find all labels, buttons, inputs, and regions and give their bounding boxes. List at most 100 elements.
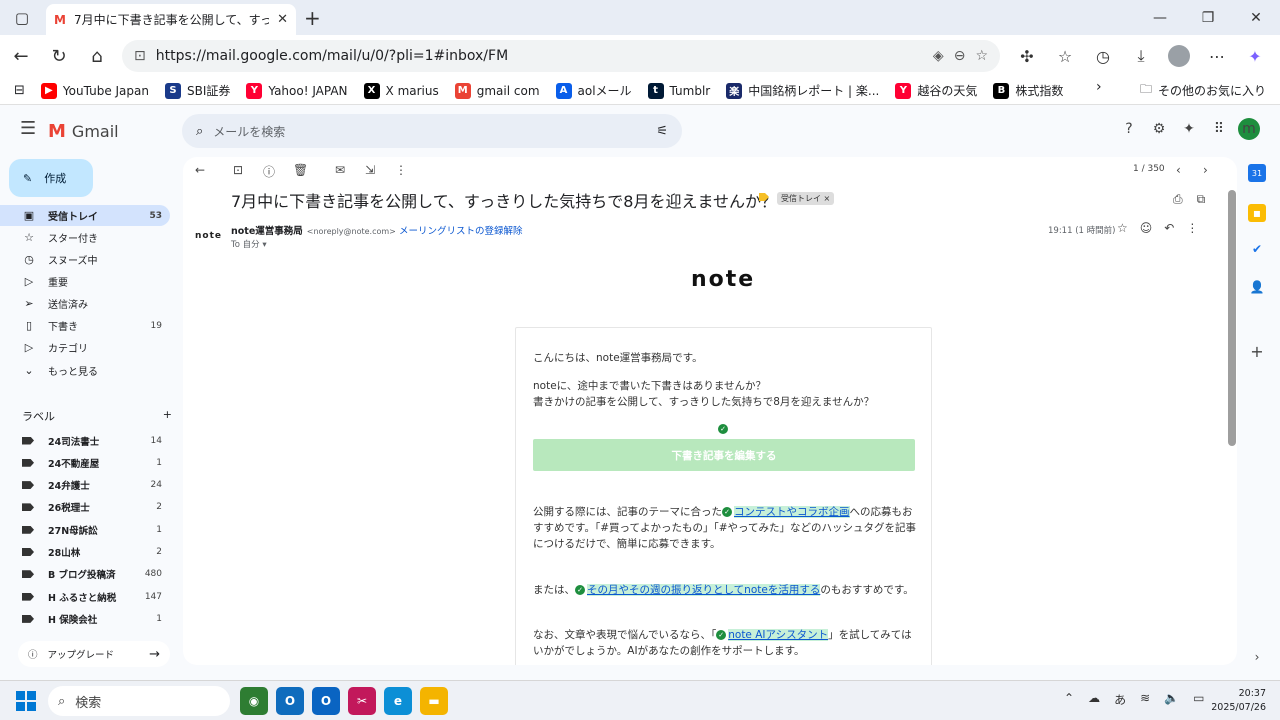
bookmark-item[interactable]: ▶ YouTube Japan: [33, 78, 157, 104]
tray-chevron-icon[interactable]: ⌃: [1064, 691, 1074, 708]
upgrade-button[interactable]: ⓘ アップグレード →: [18, 641, 170, 667]
battery-icon[interactable]: ▭: [1193, 691, 1204, 708]
label-item[interactable]: 27N母訴訟 1: [0, 519, 170, 540]
globe-app-icon[interactable]: ◉: [240, 687, 268, 715]
review-link[interactable]: その月やその週の振り返りとしてnoteを活用する: [587, 584, 821, 596]
new-tab-icon[interactable]: +: [304, 6, 321, 30]
move-to-icon[interactable]: ⇲: [365, 163, 375, 177]
compose-button[interactable]: ✎ 作成: [9, 159, 93, 197]
sidebar-item[interactable]: ◷ スヌーズ中: [0, 249, 170, 270]
open-new-window-icon[interactable]: ⧉: [1197, 192, 1206, 207]
sidebar-item[interactable]: ▯ 下書き 19: [0, 315, 170, 336]
contest-link[interactable]: コンテストやコラボ企画: [734, 506, 850, 518]
bookmark-item[interactable]: Aaolメール: [548, 78, 640, 104]
back-icon[interactable]: ←: [2, 38, 40, 74]
taskbar-clock[interactable]: 20:37 2025/07/26: [1208, 687, 1266, 715]
settings-gear-icon[interactable]: ⚙: [1148, 118, 1170, 140]
ime-indicator[interactable]: あ: [1114, 691, 1126, 708]
reload-icon[interactable]: ↻: [40, 38, 78, 74]
sidebar-item[interactable]: ▷ 重要: [0, 271, 170, 292]
site-info-icon[interactable]: ⊡: [134, 48, 146, 64]
wifi-icon[interactable]: ≋: [1140, 691, 1150, 708]
keep-icon[interactable]: ▪: [1248, 204, 1266, 222]
tracking-icon[interactable]: ◈: [933, 48, 944, 64]
back-to-inbox-icon[interactable]: ←: [195, 163, 205, 177]
taskbar-search-input[interactable]: 検索: [75, 692, 101, 711]
sidebar-item[interactable]: ▷ カテゴリ: [0, 337, 170, 358]
gemini-icon[interactable]: ✦: [1178, 118, 1200, 140]
tasks-icon[interactable]: ✔: [1248, 240, 1266, 258]
mark-unread-icon[interactable]: ✉: [335, 163, 345, 177]
onedrive-icon[interactable]: ☁: [1088, 691, 1100, 708]
restore-icon[interactable]: ❐: [1184, 0, 1232, 35]
label-item[interactable]: 26税理士 2: [0, 497, 170, 518]
label-item[interactable]: B ブログ投稿済 480: [0, 564, 170, 585]
label-item[interactable]: H 保険会社 1: [0, 608, 170, 629]
favorites-icon[interactable]: ☆: [1046, 40, 1084, 72]
ai-assistant-link[interactable]: note AIアシスタント: [728, 629, 829, 641]
browser-tab[interactable]: M 7月中に下書き記事を公開して、すっき ✕: [46, 4, 296, 35]
bookmark-item[interactable]: 楽中国銘柄レポート | 楽...: [718, 78, 887, 104]
more-options-icon[interactable]: ⋮: [1186, 221, 1198, 235]
newer-chevron-icon[interactable]: ‹: [1176, 163, 1181, 177]
emoji-icon[interactable]: ☺: [1140, 221, 1153, 235]
delete-icon[interactable]: 🗑: [293, 163, 308, 177]
other-bookmarks[interactable]: 🗀 その他のお気に入り: [1140, 77, 1266, 103]
star-icon[interactable]: ☆: [1117, 221, 1128, 235]
close-window-icon[interactable]: ✕: [1232, 0, 1280, 35]
reply-icon[interactable]: ↶: [1164, 221, 1174, 235]
email-scrollbar[interactable]: [1228, 190, 1236, 446]
main-menu-icon[interactable]: ☰: [20, 118, 36, 139]
more-menu-icon[interactable]: ⋯: [1198, 40, 1236, 72]
favorite-star-icon[interactable]: ☆: [975, 48, 988, 64]
copilot-icon[interactable]: ✦: [1236, 40, 1274, 72]
bookmark-item[interactable]: t Tumblr: [640, 78, 719, 104]
apps-grid-icon[interactable]: ⠿: [1208, 118, 1230, 140]
print-icon[interactable]: ⎙: [1173, 192, 1183, 207]
zoom-icon[interactable]: ⊖: [954, 48, 966, 64]
mail-search[interactable]: ⌕ メールを検索 ⚟: [182, 114, 682, 148]
taskbar-search[interactable]: ⌕ 検索: [48, 686, 230, 716]
file-explorer-icon[interactable]: ▬: [420, 687, 448, 715]
archive-icon[interactable]: ⊡: [233, 163, 243, 177]
more-actions-icon[interactable]: ⋮: [395, 163, 407, 177]
search-input[interactable]: メールを検索: [213, 123, 646, 140]
unsubscribe-link[interactable]: メーリングリストの登録解除: [399, 223, 523, 237]
older-chevron-icon[interactable]: ›: [1203, 163, 1208, 177]
add-label-icon[interactable]: +: [163, 408, 172, 424]
sidebar-item[interactable]: ➢ 送信済み: [0, 293, 170, 314]
start-windows-icon[interactable]: [16, 691, 36, 711]
url-field[interactable]: ⊡ https://mail.google.com/mail/u/0/?pli=…: [122, 40, 1000, 72]
bookmark-item[interactable]: B 株式指数: [985, 78, 1071, 104]
bookmark-item[interactable]: Y 越谷の天気: [887, 78, 985, 104]
contacts-icon[interactable]: 👤: [1248, 278, 1266, 296]
volume-icon[interactable]: 🔈: [1164, 691, 1179, 708]
bookmark-item[interactable]: Mgmail com: [447, 78, 548, 104]
history-icon[interactable]: ◷: [1084, 40, 1122, 72]
bookmark-item[interactable]: X X marius: [356, 78, 447, 104]
more-bookmarks-icon[interactable]: ›: [1096, 79, 1102, 95]
minimize-icon[interactable]: —: [1136, 0, 1184, 35]
help-icon[interactable]: ?: [1118, 118, 1140, 140]
profile-icon[interactable]: [1160, 40, 1198, 72]
gmail-logo[interactable]: M Gmail: [48, 121, 119, 142]
edit-draft-button[interactable]: 下書き記事を編集する: [533, 439, 915, 471]
close-tab-icon[interactable]: ✕: [277, 12, 288, 27]
add-addon-icon[interactable]: +: [1248, 342, 1266, 361]
outlook-new-icon[interactable]: O: [312, 687, 340, 715]
bookmark-item[interactable]: S SBI証券: [157, 78, 238, 104]
downloads-icon[interactable]: ⤓: [1122, 40, 1160, 72]
expand-panel-icon[interactable]: ›: [1248, 648, 1266, 666]
search-options-icon[interactable]: ⚟: [656, 124, 668, 139]
label-item[interactable]: 24弁護士 24: [0, 475, 170, 496]
outlook-icon[interactable]: O: [276, 687, 304, 715]
sidebar-item[interactable]: ⌄ もっと見る: [0, 360, 170, 381]
inbox-chip[interactable]: 受信トレイ ×: [777, 192, 835, 205]
tab-actions-icon[interactable]: ▢: [0, 0, 44, 35]
sidebar-item[interactable]: ☆ スター付き: [0, 227, 170, 248]
edge-icon[interactable]: e: [384, 687, 412, 715]
label-item[interactable]: H ふるさと納税 147: [0, 586, 170, 607]
label-item[interactable]: 24司法書士 14: [0, 430, 170, 451]
sidebar-item[interactable]: ▣ 受信トレイ 53: [0, 205, 170, 226]
report-spam-icon[interactable]: ⓘ: [263, 163, 275, 180]
